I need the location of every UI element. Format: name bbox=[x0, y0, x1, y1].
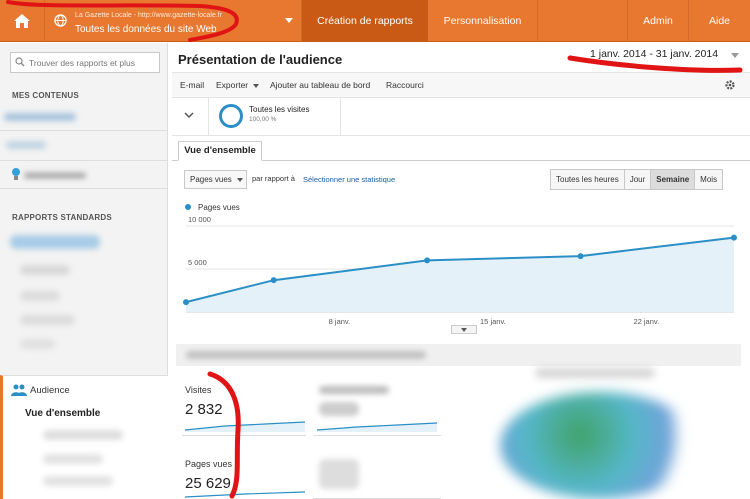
kpi-label: Pages vues bbox=[185, 459, 233, 469]
gear-icon[interactable] bbox=[724, 79, 736, 91]
segment-ring-icon bbox=[219, 104, 243, 128]
chevron-down-icon bbox=[285, 18, 293, 23]
segment-name: Toutes les visites bbox=[249, 105, 310, 114]
select-metric-link[interactable]: Sélectionner une statistique bbox=[303, 175, 395, 184]
search-input[interactable] bbox=[29, 55, 157, 70]
home-icon bbox=[14, 14, 30, 28]
shortcut-button[interactable]: Raccourci bbox=[386, 80, 424, 90]
sidebar-subitem-overview[interactable]: Vue d'ensemble bbox=[25, 408, 100, 419]
email-button[interactable]: E-mail bbox=[180, 80, 204, 90]
report-toolbar: E-mail Exporter Ajouter au tableau de bo… bbox=[172, 72, 750, 98]
blurred-summary-bar bbox=[176, 344, 741, 366]
site-picker[interactable]: La Gazette Locale - http://www.gazette-l… bbox=[44, 0, 302, 42]
segment-bar: Toutes les visites 100,00 % bbox=[172, 98, 750, 136]
people-icon bbox=[11, 384, 27, 396]
granularity-toggle: Toutes les heures Jour Semaine Mois bbox=[550, 169, 724, 190]
sidebar-item-blurred[interactable] bbox=[0, 103, 168, 131]
date-range-picker[interactable]: 1 janv. 2014 - 31 janv. 2014 bbox=[590, 48, 718, 60]
series-area bbox=[186, 237, 734, 312]
x-tick-label: 8 janv. bbox=[329, 317, 351, 326]
blurred-pie-chart bbox=[500, 392, 700, 499]
divider bbox=[208, 98, 209, 136]
nav-admin[interactable]: Admin bbox=[627, 0, 689, 42]
data-point[interactable] bbox=[424, 257, 431, 264]
legend-label: Pages vues bbox=[198, 203, 240, 212]
compare-label: par rapport à bbox=[252, 174, 295, 183]
add-to-dashboard-button[interactable]: Ajouter au tableau de bord bbox=[270, 80, 370, 90]
data-point[interactable] bbox=[270, 277, 277, 284]
blurred-title bbox=[535, 368, 655, 378]
chevron-down-icon bbox=[461, 328, 467, 332]
nav-customization[interactable]: Personnalisation bbox=[428, 0, 538, 42]
data-point[interactable] bbox=[731, 234, 737, 241]
y-tick-label: 10 000 bbox=[188, 215, 211, 224]
sidebar-item-blurred[interactable] bbox=[0, 161, 168, 189]
kpi-card-blurred[interactable] bbox=[313, 380, 441, 436]
kpi-sparkline bbox=[185, 421, 305, 432]
sidebar-item-audience[interactable]: Audience Vue d'ensemble bbox=[0, 375, 168, 499]
kpi-label: Visites bbox=[185, 385, 212, 395]
site-view-name: Toutes les données du site Web bbox=[75, 24, 217, 35]
data-point[interactable] bbox=[183, 299, 189, 306]
tab-overview[interactable]: Vue d'ensemble bbox=[178, 141, 262, 161]
kpi-value: 2 832 bbox=[185, 401, 223, 418]
nav-help[interactable]: Aide bbox=[689, 0, 750, 42]
chevron-down-icon bbox=[253, 84, 259, 88]
legend-dot bbox=[185, 204, 191, 210]
top-bar: La Gazette Locale - http://www.gazette-l… bbox=[0, 0, 750, 42]
granularity-hourly[interactable]: Toutes les heures bbox=[551, 170, 625, 189]
granularity-month[interactable]: Mois bbox=[695, 170, 723, 189]
chevron-down-icon bbox=[237, 178, 243, 182]
kpi-card-blurred[interactable] bbox=[313, 455, 441, 499]
chevron-down-icon[interactable] bbox=[184, 111, 194, 119]
x-tick-label: 22 janv. bbox=[633, 317, 659, 326]
page-title: Présentation de l'audience bbox=[178, 52, 343, 67]
site-url: La Gazette Locale - http://www.gazette-l… bbox=[75, 12, 223, 19]
section-my-contents: MES CONTENUS bbox=[12, 91, 79, 100]
kpi-sparkline bbox=[317, 422, 437, 432]
chevron-down-icon[interactable] bbox=[731, 53, 739, 58]
lightbulb-icon bbox=[12, 168, 20, 180]
granularity-week[interactable]: Semaine bbox=[651, 170, 696, 189]
export-button[interactable]: Exporter bbox=[216, 80, 248, 90]
divider bbox=[340, 98, 341, 136]
segment-percent: 100,00 % bbox=[249, 116, 277, 123]
section-standard-reports: RAPPORTS STANDARDS bbox=[12, 213, 112, 222]
sidebar: MES CONTENUS RAPPORTS STANDARDS Audience… bbox=[0, 43, 168, 499]
kpi-sparkline bbox=[185, 491, 305, 498]
globe-icon bbox=[54, 14, 67, 27]
sidebar-item-label: Audience bbox=[30, 385, 70, 396]
x-tick-label: 15 janv. bbox=[480, 317, 506, 326]
home-button[interactable] bbox=[0, 0, 44, 42]
data-point[interactable] bbox=[577, 253, 584, 260]
y-tick-label: 5 000 bbox=[188, 258, 207, 267]
nav-reporting[interactable]: Création de rapports bbox=[302, 0, 428, 42]
sidebar-item-blurred[interactable] bbox=[0, 131, 168, 161]
granularity-day[interactable]: Jour bbox=[624, 170, 652, 189]
pageviews-chart: Pages vues 10 000 5 000 8 janv. 15 janv. 22 … bbox=[183, 203, 737, 326]
search-icon bbox=[15, 57, 25, 67]
sidebar-search[interactable] bbox=[10, 52, 160, 73]
